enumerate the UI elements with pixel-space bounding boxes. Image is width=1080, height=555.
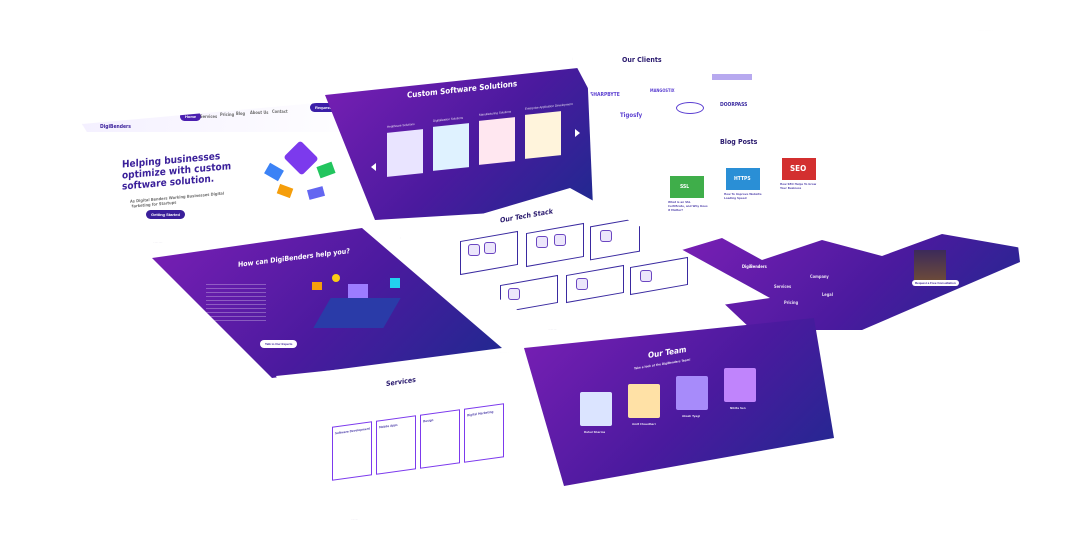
footer-cta-button[interactable]: Request a Free Consultation [912,280,959,286]
mockup-stage: DigiBenders Home Services Pricing Blog A… [0,0,1080,555]
team-subtitle: Take a look at the DigiBenders Team! [634,357,691,371]
client-logo-mangostix: MANGOSTIX [650,88,675,93]
blog-caption-2: How To Improve Website Loading Speed [724,192,762,200]
client-logo-doorpass: DOORPASS [720,102,748,108]
hero-get-started-button[interactable]: Getting Started [146,210,185,219]
team-member-photo-4 [724,368,756,402]
team-member-name-1: Rahul Sharma [584,430,606,434]
solution-card-healthcare[interactable]: Healthcare Solutions [387,122,423,177]
blog-card-label: SSL [680,184,690,190]
blog-title: Blog Posts [720,138,758,146]
blog-card-seo[interactable]: SEO [782,158,816,180]
team-page: Our Team Take a look at the DigiBenders … [524,318,834,486]
footer-col-company: Company [810,274,829,279]
help-title: How can DigiBenders help you? [238,247,350,269]
hero-nav-about[interactable]: About Us [250,110,268,115]
wordpress-icon [508,288,520,300]
blog-card-ssl[interactable]: SSL [670,176,704,198]
help-isometric-illustration [302,268,422,348]
solutions-next-arrow[interactable] [575,129,580,137]
client-logo-blue-brand [676,102,704,114]
team-member-photo-3 [676,376,708,410]
solutions-title: Custom Software Solutions [407,79,518,100]
hero-nav-services[interactable]: Services [200,114,217,119]
service-card-mobile[interactable]: Mobile Apps [376,415,416,475]
help-contact-button[interactable]: Talk to Our Experts [260,340,298,348]
swift-icon [600,230,612,242]
client-logo-purple-brand [712,74,752,80]
team-member-name-4: Nikita Sen [730,406,746,410]
blog-card-label: SEO [790,164,807,173]
footer-col-services: Services [774,284,792,289]
solution-label: Enterprise Application Development [525,101,573,111]
aws-icon [576,278,588,290]
service-card-software[interactable]: Software Development [332,421,372,481]
techstack-title: Our Tech Stack [500,207,553,225]
help-body-text [206,284,266,324]
team-member-photo-2 [628,384,660,418]
blog-card-https[interactable]: HTTPS [726,168,760,190]
solution-label: Manufacturing Solutions [479,109,512,117]
service-label: Software Development [335,426,370,436]
hero-headline: Helping businesses optimize with custom … [122,151,232,193]
footer-consultant-photo [914,250,946,280]
tech-group-database [630,256,688,296]
team-member-name-3: Akash Tyagi [682,414,701,418]
footer-col-pricing: Pricing [784,300,799,305]
hero-page: DigiBenders Home Services Pricing Blog A… [82,98,374,243]
blog-caption-3: How SEO Helps To Grow Your Business [780,182,817,190]
solutions-prev-arrow[interactable] [371,163,376,171]
service-card-design[interactable]: Design [420,409,460,469]
hero-nav-home[interactable]: Home [180,112,202,121]
team-title: Our Team [648,344,687,361]
client-logo-sharpbyte: SHARPBYTE [590,92,620,98]
services-title: Services [386,375,416,389]
solution-label: Healthcare Solutions [387,121,415,129]
hero-subtext: As Digital Benders Working Businesses Di… [130,190,225,209]
service-label: Digital Marketing [467,409,494,418]
solution-label: Digitalization Solutions [433,115,464,123]
hero-isometric-illustration [260,138,350,208]
team-member-name-2: Amit Chaudhari [632,422,656,426]
hero-nav-contact[interactable]: Contact [272,109,288,114]
solution-card-enterprise[interactable]: Enterprise Application Development [525,102,573,159]
service-label: Mobile Apps [379,422,398,430]
hero-brand[interactable]: DigiBenders [100,124,131,130]
blog-caption-1: What is an SSL Certificate, and Why Does… [668,200,708,212]
footer-col-legal: Legal [822,292,833,297]
clients-title: Our Clients [622,56,662,64]
tech-group-mobile [590,217,640,261]
service-label: Design [423,417,434,424]
vue-icon [468,244,480,256]
blog-card-label: HTTPS [734,176,751,182]
react-icon [536,236,548,248]
footer-brand: DigiBenders [742,264,767,269]
hero-nav-blog[interactable]: Blog [236,111,245,116]
angular-icon [484,242,496,254]
hero-nav-pricing[interactable]: Pricing [220,112,234,117]
service-card-marketing[interactable]: Digital Marketing [464,403,504,463]
tech-group-cloud [566,264,624,304]
solution-card-manufacturing[interactable]: Manufacturing Solutions [479,110,515,165]
team-member-photo-1 [580,392,612,426]
node-icon [554,234,566,246]
mongodb-icon [640,270,652,282]
client-logo-tigosfy: Tigosfy [620,112,643,119]
solution-card-digitalization[interactable]: Digitalization Solutions [433,116,469,171]
